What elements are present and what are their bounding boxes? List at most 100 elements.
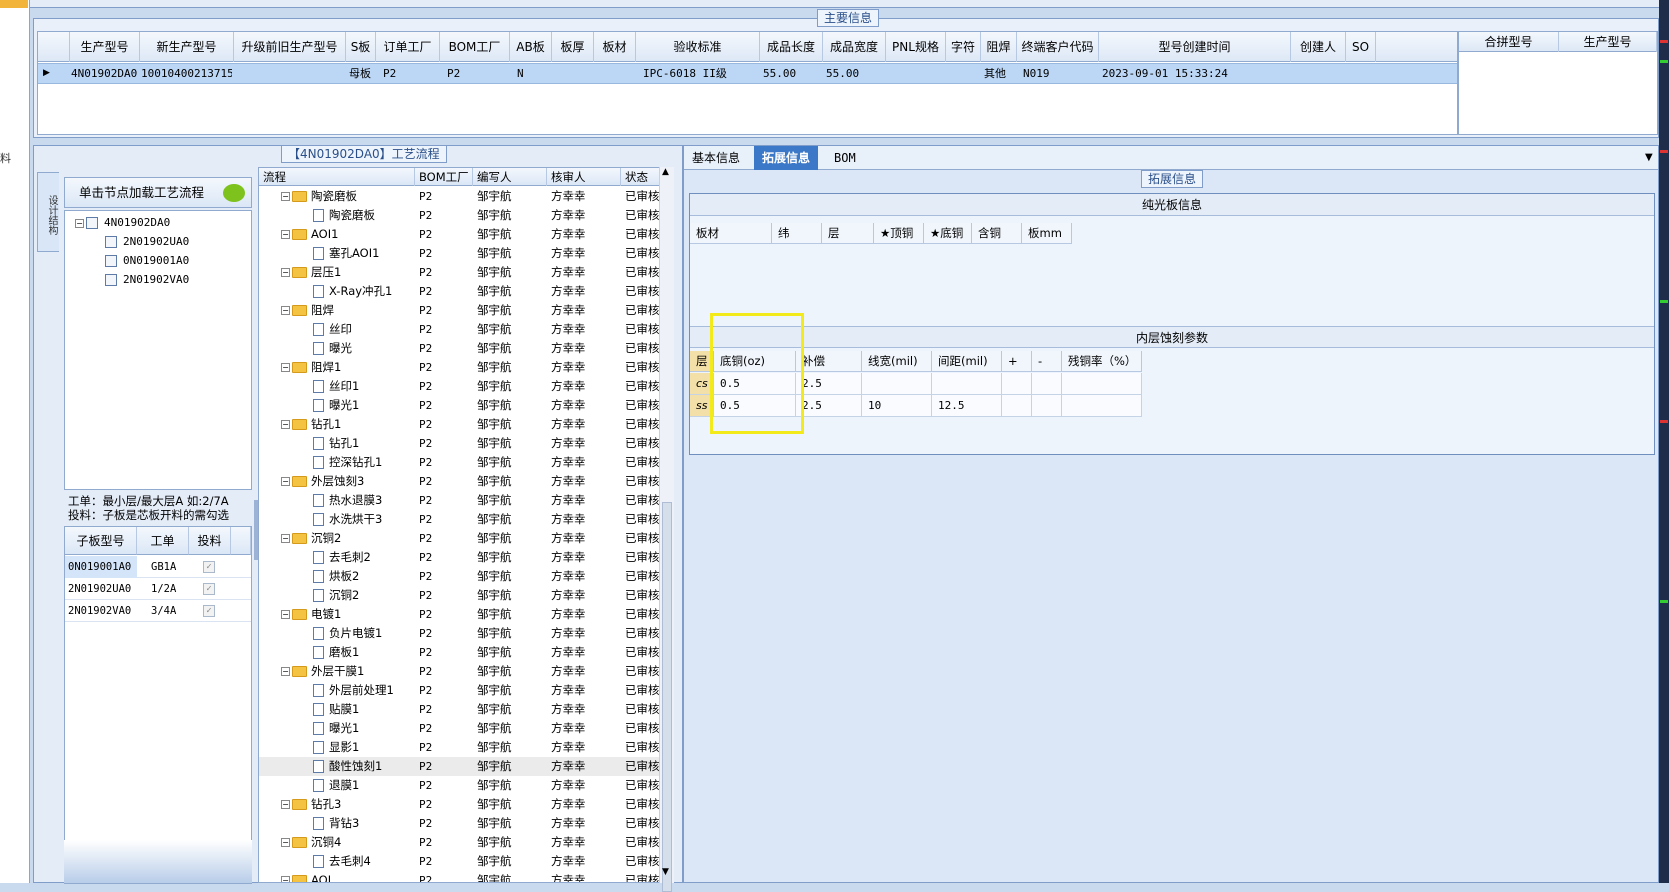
process-row[interactable]: 水洗烘干3 P2 邹宇航 方幸幸 已审核 bbox=[259, 510, 660, 529]
process-row[interactable]: − AOI1 P2 邹宇航 方幸幸 已审核 bbox=[259, 225, 660, 244]
col-header[interactable]: 板厚 bbox=[552, 32, 594, 62]
cell[interactable]: N bbox=[514, 64, 552, 83]
scroll-down-icon[interactable]: ▼ bbox=[662, 867, 669, 877]
process-scrollbar[interactable]: ▲ ▼ bbox=[659, 167, 674, 892]
col-header[interactable]: 新生产型号 bbox=[140, 32, 234, 62]
process-row[interactable]: X-Ray冲孔1 P2 邹宇航 方幸幸 已审核 bbox=[259, 282, 660, 301]
col-header[interactable]: + bbox=[1002, 351, 1032, 372]
col-header[interactable]: 终端客户代码 bbox=[1017, 32, 1099, 62]
table-row[interactable]: 0N019001A0 GB1A ✓ bbox=[65, 556, 251, 578]
col-header[interactable]: 创建人 bbox=[1291, 32, 1346, 62]
process-row[interactable]: − 陶瓷磨板 P2 邹宇航 方幸幸 已审核 bbox=[259, 187, 660, 206]
process-row[interactable]: 沉铜2 P2 邹宇航 方幸幸 已审核 bbox=[259, 586, 660, 605]
process-row[interactable]: 去毛刺4 P2 邹宇航 方幸幸 已审核 bbox=[259, 852, 660, 871]
collapse-icon[interactable]: − bbox=[281, 420, 290, 429]
sub-order[interactable]: 3/4A bbox=[151, 600, 176, 622]
process-row[interactable]: − 钻孔1 P2 邹宇航 方幸幸 已审核 bbox=[259, 415, 660, 434]
sub-order[interactable]: 1/2A bbox=[151, 578, 176, 600]
cell[interactable]: P2 bbox=[380, 64, 440, 83]
process-row[interactable]: 外层前处理1 P2 邹宇航 方幸幸 已审核 bbox=[259, 681, 660, 700]
col-header[interactable]: 板材 bbox=[690, 223, 772, 244]
process-row[interactable]: 酸性蚀刻1 P2 邹宇航 方幸幸 已审核 bbox=[259, 757, 660, 776]
cell[interactable] bbox=[234, 64, 346, 83]
process-row[interactable]: 塞孔AOI1 P2 邹宇航 方幸幸 已审核 bbox=[259, 244, 660, 263]
col-header[interactable]: 补偿 bbox=[796, 351, 862, 372]
process-row[interactable]: 丝印1 P2 邹宇航 方幸幸 已审核 bbox=[259, 377, 660, 396]
col-header[interactable]: 编写人 bbox=[473, 168, 547, 186]
tree-node[interactable]: 0N019001A0 bbox=[105, 252, 189, 270]
col-header[interactable]: 合拼型号 bbox=[1459, 32, 1559, 52]
col-header[interactable]: BOM工厂 bbox=[415, 168, 473, 186]
process-row[interactable]: 背钻3 P2 邹宇航 方幸幸 已审核 bbox=[259, 814, 660, 833]
process-row[interactable]: 负片电镀1 P2 邹宇航 方幸幸 已审核 bbox=[259, 624, 660, 643]
spacing-cell[interactable] bbox=[932, 373, 1002, 395]
process-row[interactable]: 曝光 P2 邹宇航 方幸幸 已审核 bbox=[259, 339, 660, 358]
col-header[interactable]: 板mm bbox=[1022, 223, 1072, 244]
minus-cell[interactable] bbox=[1032, 395, 1062, 417]
process-row[interactable]: − 钻孔3 P2 邹宇航 方幸幸 已审核 bbox=[259, 795, 660, 814]
tab-extended-info[interactable]: 拓展信息 bbox=[754, 146, 819, 170]
col-header[interactable]: PNL规格 bbox=[886, 32, 946, 62]
process-row[interactable]: − 外层蚀刻3 P2 邹宇航 方幸幸 已审核 bbox=[259, 472, 660, 491]
cell[interactable]: IPC-6018 II级 bbox=[640, 64, 758, 83]
col-header[interactable]: 残铜率（%） bbox=[1062, 351, 1142, 372]
collapse-icon[interactable]: − bbox=[281, 534, 290, 543]
process-row[interactable]: 曝光1 P2 邹宇航 方幸幸 已审核 bbox=[259, 396, 660, 415]
compensation-cell[interactable]: 2.5 bbox=[796, 373, 862, 395]
process-row[interactable]: − 沉铜2 P2 邹宇航 方幸幸 已审核 bbox=[259, 529, 660, 548]
residual-cell[interactable] bbox=[1062, 373, 1142, 395]
collapse-icon[interactable]: − bbox=[281, 876, 290, 882]
process-row[interactable]: − 阻焊 P2 邹宇航 方幸幸 已审核 bbox=[259, 301, 660, 320]
col-header[interactable]: 验收标准 bbox=[636, 32, 760, 62]
col-header[interactable]: 字符 bbox=[946, 32, 981, 62]
col-header[interactable]: ★顶铜 bbox=[874, 223, 924, 244]
collapse-icon[interactable]: − bbox=[281, 192, 290, 201]
process-row[interactable]: − 外层干膜1 P2 邹宇航 方幸幸 已审核 bbox=[259, 662, 660, 681]
col-header[interactable]: 订单工厂 bbox=[376, 32, 440, 62]
col-header[interactable]: 含铜 bbox=[972, 223, 1022, 244]
collapse-icon[interactable]: − bbox=[75, 218, 84, 228]
tree-node-root[interactable]: −4N01902DA0 bbox=[75, 214, 170, 232]
process-row[interactable]: 退膜1 P2 邹宇航 方幸幸 已审核 bbox=[259, 776, 660, 795]
process-row[interactable]: 显影1 P2 邹宇航 方幸幸 已审核 bbox=[259, 738, 660, 757]
cell[interactable]: 其他 bbox=[981, 64, 1017, 83]
col-header[interactable]: 板材 bbox=[594, 32, 636, 62]
main-info-row-selected[interactable]: ▶ 4N01902DA0 10010400213715 母板 P2 P2 N I… bbox=[38, 63, 1457, 84]
tree-node[interactable]: 2N01902VA0 bbox=[105, 271, 189, 289]
col-header[interactable]: 成品长度 bbox=[760, 32, 823, 62]
feed-checkbox[interactable]: ✓ bbox=[203, 583, 215, 595]
cell[interactable]: 4N01902DA0 bbox=[68, 64, 138, 83]
scroll-thumb[interactable] bbox=[662, 502, 672, 892]
collapse-icon[interactable]: − bbox=[281, 800, 290, 809]
cell[interactable]: 10010400213715 bbox=[138, 64, 232, 83]
minus-cell[interactable] bbox=[1032, 373, 1062, 395]
cell[interactable]: P2 bbox=[444, 64, 508, 83]
table-row[interactable]: 2N01902UA0 1/2A ✓ bbox=[65, 578, 251, 600]
cell[interactable]: 母板 bbox=[346, 64, 376, 83]
process-row[interactable]: − 电镀1 P2 邹宇航 方幸幸 已审核 bbox=[259, 605, 660, 624]
process-row[interactable]: 丝印 P2 邹宇航 方幸幸 已审核 bbox=[259, 320, 660, 339]
plus-cell[interactable] bbox=[1002, 373, 1032, 395]
col-header[interactable]: - bbox=[1032, 351, 1062, 372]
col-header[interactable]: 间距(mil) bbox=[932, 351, 1002, 372]
process-row[interactable]: 去毛刺2 P2 邹宇航 方幸幸 已审核 bbox=[259, 548, 660, 567]
process-row[interactable]: 贴膜1 P2 邹宇航 方幸幸 已审核 bbox=[259, 700, 660, 719]
col-header[interactable]: 线宽(mil) bbox=[862, 351, 932, 372]
process-row[interactable]: − 沉铜4 P2 邹宇航 方幸幸 已审核 bbox=[259, 833, 660, 852]
cell[interactable]: 55.00 bbox=[760, 64, 820, 83]
compensation-cell[interactable]: 2.5 bbox=[796, 395, 862, 417]
col-header[interactable]: SO bbox=[1346, 32, 1376, 62]
cell[interactable]: 55.00 bbox=[823, 64, 883, 83]
residual-cell[interactable] bbox=[1062, 395, 1142, 417]
col-header[interactable]: 纬 bbox=[772, 223, 822, 244]
col-header[interactable]: AB板 bbox=[510, 32, 552, 62]
col-header[interactable]: 核审人 bbox=[547, 168, 621, 186]
tab-basic-info[interactable]: 基本信息 bbox=[684, 146, 748, 170]
sub-order[interactable]: GB1A bbox=[151, 556, 176, 578]
col-header[interactable]: BOM工厂 bbox=[440, 32, 510, 62]
process-row[interactable]: 陶瓷磨板 P2 邹宇航 方幸幸 已审核 bbox=[259, 206, 660, 225]
line-width-cell[interactable] bbox=[862, 373, 932, 395]
tab-bom[interactable]: BOM bbox=[826, 146, 864, 170]
col-header[interactable]: 升级前旧生产型号 bbox=[234, 32, 346, 62]
collapse-icon[interactable]: − bbox=[281, 667, 290, 676]
